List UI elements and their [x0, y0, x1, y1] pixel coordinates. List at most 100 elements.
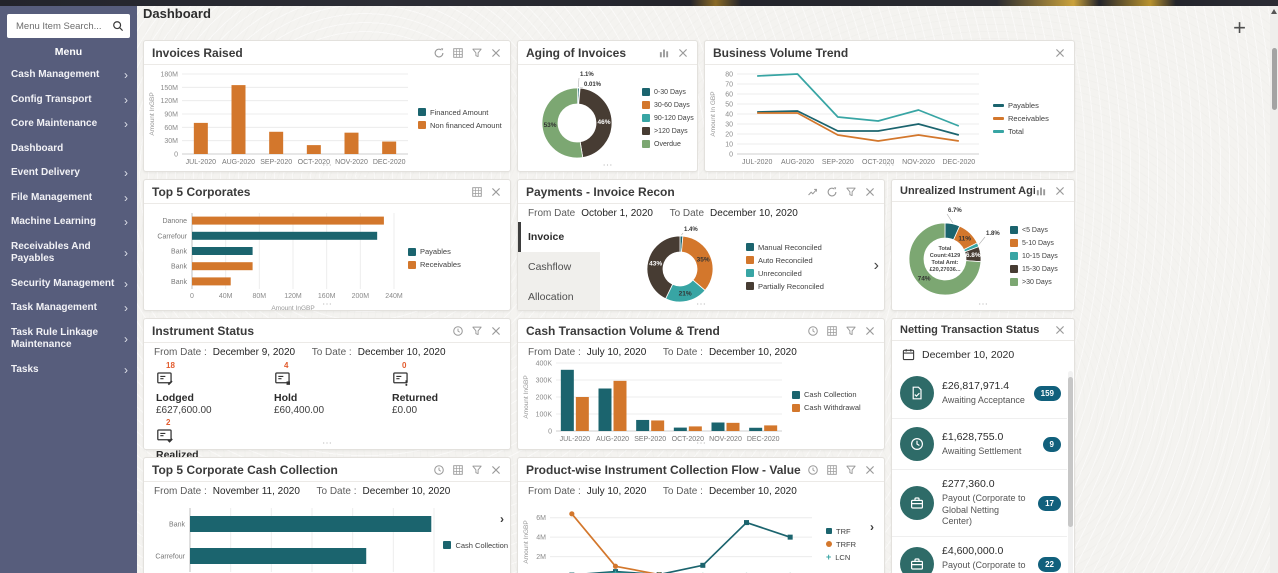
- to-date-value[interactable]: December 10, 2020: [363, 486, 451, 497]
- close-icon[interactable]: [677, 47, 689, 59]
- chevron-right-icon[interactable]: ›: [874, 257, 884, 275]
- chevron-right-icon[interactable]: ›: [870, 520, 874, 534]
- search-icon[interactable]: [112, 20, 124, 32]
- svg-text:240M: 240M: [385, 293, 403, 300]
- tab-cashflow[interactable]: Cashflow: [518, 252, 600, 282]
- netting-row[interactable]: £26,817,971.4 Awaiting Acceptance 159: [892, 368, 1067, 419]
- filter-icon[interactable]: [845, 186, 857, 198]
- history-icon[interactable]: [807, 325, 819, 337]
- legend-label: Cash Collection: [804, 390, 857, 399]
- close-icon[interactable]: [490, 325, 502, 337]
- widget-drag-handle[interactable]: [518, 161, 697, 171]
- svg-text:6.8%: 6.8%: [966, 252, 981, 259]
- close-icon[interactable]: [1054, 324, 1066, 336]
- chevron-right-icon[interactable]: ›: [500, 512, 504, 526]
- from-date-value[interactable]: October 1, 2020: [581, 208, 653, 219]
- netting-amount: £277,360.0: [942, 478, 995, 490]
- bar-chart-icon[interactable]: [1035, 185, 1047, 197]
- sidebar-item-config-transport[interactable]: Config Transport ›: [0, 88, 137, 113]
- netting-scrollbar[interactable]: [1068, 371, 1073, 573]
- sidebar-item-dashboard[interactable]: Dashboard: [0, 137, 137, 162]
- table-icon[interactable]: [452, 47, 464, 59]
- table-icon[interactable]: [471, 186, 483, 198]
- widget-drag-handle[interactable]: [144, 300, 510, 310]
- legend-label: Total: [1008, 127, 1024, 136]
- close-icon[interactable]: [864, 464, 876, 476]
- legend-item: 30-60 Days: [642, 101, 694, 109]
- netting-row[interactable]: £277,360.0 Payout (Corporate to Global Ne…: [892, 470, 1067, 538]
- menu-search-box[interactable]: [7, 14, 130, 38]
- sidebar-item-label: Machine Learning: [11, 216, 97, 227]
- sidebar-item-security-management[interactable]: Security Management ›: [0, 272, 137, 297]
- instrument-count-badge: 18: [166, 361, 175, 370]
- widget-drag-handle[interactable]: [518, 439, 884, 449]
- sidebar-item-core-maintenance[interactable]: Core Maintenance ›: [0, 112, 137, 137]
- history-icon[interactable]: [807, 464, 819, 476]
- filter-icon[interactable]: [845, 464, 857, 476]
- from-date-value[interactable]: July 10, 2020: [587, 486, 647, 497]
- to-date-value[interactable]: December 10, 2020: [710, 208, 798, 219]
- close-icon[interactable]: [490, 464, 502, 476]
- menu-search-input[interactable]: [9, 20, 112, 32]
- table-icon[interactable]: [452, 464, 464, 476]
- legend-item: Unreconciled: [746, 269, 824, 278]
- page-scrollbar[interactable]: [1270, 6, 1278, 573]
- svg-text:1.1%: 1.1%: [580, 72, 594, 78]
- netting-row[interactable]: £1,628,755.0 Awaiting Settlement 9: [892, 419, 1067, 470]
- productwise-instrument-collection-legend: TRF TRFR + LCN: [826, 527, 856, 562]
- sidebar-item-event-delivery[interactable]: Event Delivery ›: [0, 161, 137, 186]
- legend-item: Receivables: [993, 114, 1049, 123]
- widget-drag-handle[interactable]: [518, 300, 884, 310]
- refresh-icon[interactable]: [826, 186, 838, 198]
- filter-icon[interactable]: [471, 47, 483, 59]
- netting-scrollbar-thumb[interactable]: [1068, 377, 1073, 527]
- close-icon[interactable]: [864, 325, 876, 337]
- bar-chart-icon[interactable]: [658, 47, 670, 59]
- aging-of-invoices-legend: 0-30 Days 30-60 Days 90-120 Days >120 Days O…: [642, 88, 694, 148]
- netting-row[interactable]: £4,600,000.0 Payout (Corporate to Sub Cen…: [892, 537, 1067, 573]
- instrument-status-item-returned[interactable]: 0 Returned £0.00: [392, 361, 510, 416]
- scroll-up-arrow[interactable]: [1271, 9, 1277, 14]
- widget-drag-handle[interactable]: [144, 161, 510, 171]
- filter-icon[interactable]: [845, 325, 857, 337]
- tab-invoice[interactable]: Invoice: [518, 222, 600, 252]
- to-date-value[interactable]: December 10, 2020: [709, 486, 797, 497]
- sidebar-item-receivables-and-payables[interactable]: Receivables And Payables ›: [0, 235, 137, 272]
- legend-label: Cash Withdrawal: [804, 403, 861, 412]
- close-icon[interactable]: [1054, 185, 1066, 197]
- trend-icon[interactable]: [807, 186, 819, 198]
- legend-swatch: [1010, 252, 1018, 260]
- filter-icon[interactable]: [471, 325, 483, 337]
- widget-title: Cash Transaction Volume & Trend: [526, 324, 720, 338]
- from-date-value[interactable]: November 11, 2020: [213, 486, 300, 497]
- sidebar-item-tasks[interactable]: Tasks ›: [0, 358, 137, 383]
- from-date-value[interactable]: December 9, 2020: [213, 347, 295, 358]
- sidebar-item-cash-management[interactable]: Cash Management ›: [0, 63, 137, 88]
- widget-drag-handle[interactable]: [705, 161, 1074, 171]
- sidebar-item-file-management[interactable]: File Management ›: [0, 186, 137, 211]
- sidebar-item-task-management[interactable]: Task Management ›: [0, 296, 137, 321]
- close-icon[interactable]: [490, 186, 502, 198]
- page-scrollbar-thumb[interactable]: [1272, 48, 1277, 110]
- close-icon[interactable]: [490, 47, 502, 59]
- close-icon[interactable]: [864, 186, 876, 198]
- close-icon[interactable]: [1054, 47, 1066, 59]
- instrument-status-item-hold[interactable]: 4 Hold £60,400.00: [274, 361, 392, 416]
- sidebar-item-machine-learning[interactable]: Machine Learning ›: [0, 210, 137, 235]
- history-icon[interactable]: [433, 464, 445, 476]
- to-date-value[interactable]: December 10, 2020: [358, 347, 446, 358]
- instrument-status-item-lodged[interactable]: 18 Lodged £627,600.00: [156, 361, 274, 416]
- table-icon[interactable]: [826, 325, 838, 337]
- widget-drag-handle[interactable]: [144, 439, 510, 449]
- recon-tabs: Invoice Cashflow Allocation: [518, 222, 600, 310]
- add-widget-button[interactable]: +: [1233, 17, 1246, 39]
- refresh-icon[interactable]: [433, 47, 445, 59]
- calendar-icon[interactable]: [902, 348, 915, 361]
- filter-icon[interactable]: [471, 464, 483, 476]
- sidebar-item-task-rule-linkage-maintenance[interactable]: Task Rule Linkage Maintenance ›: [0, 321, 137, 358]
- table-icon[interactable]: [826, 464, 838, 476]
- svg-text:120M: 120M: [160, 98, 178, 105]
- netting-date[interactable]: December 10, 2020: [922, 349, 1014, 361]
- history-icon[interactable]: [452, 325, 464, 337]
- widget-drag-handle[interactable]: [892, 300, 1074, 310]
